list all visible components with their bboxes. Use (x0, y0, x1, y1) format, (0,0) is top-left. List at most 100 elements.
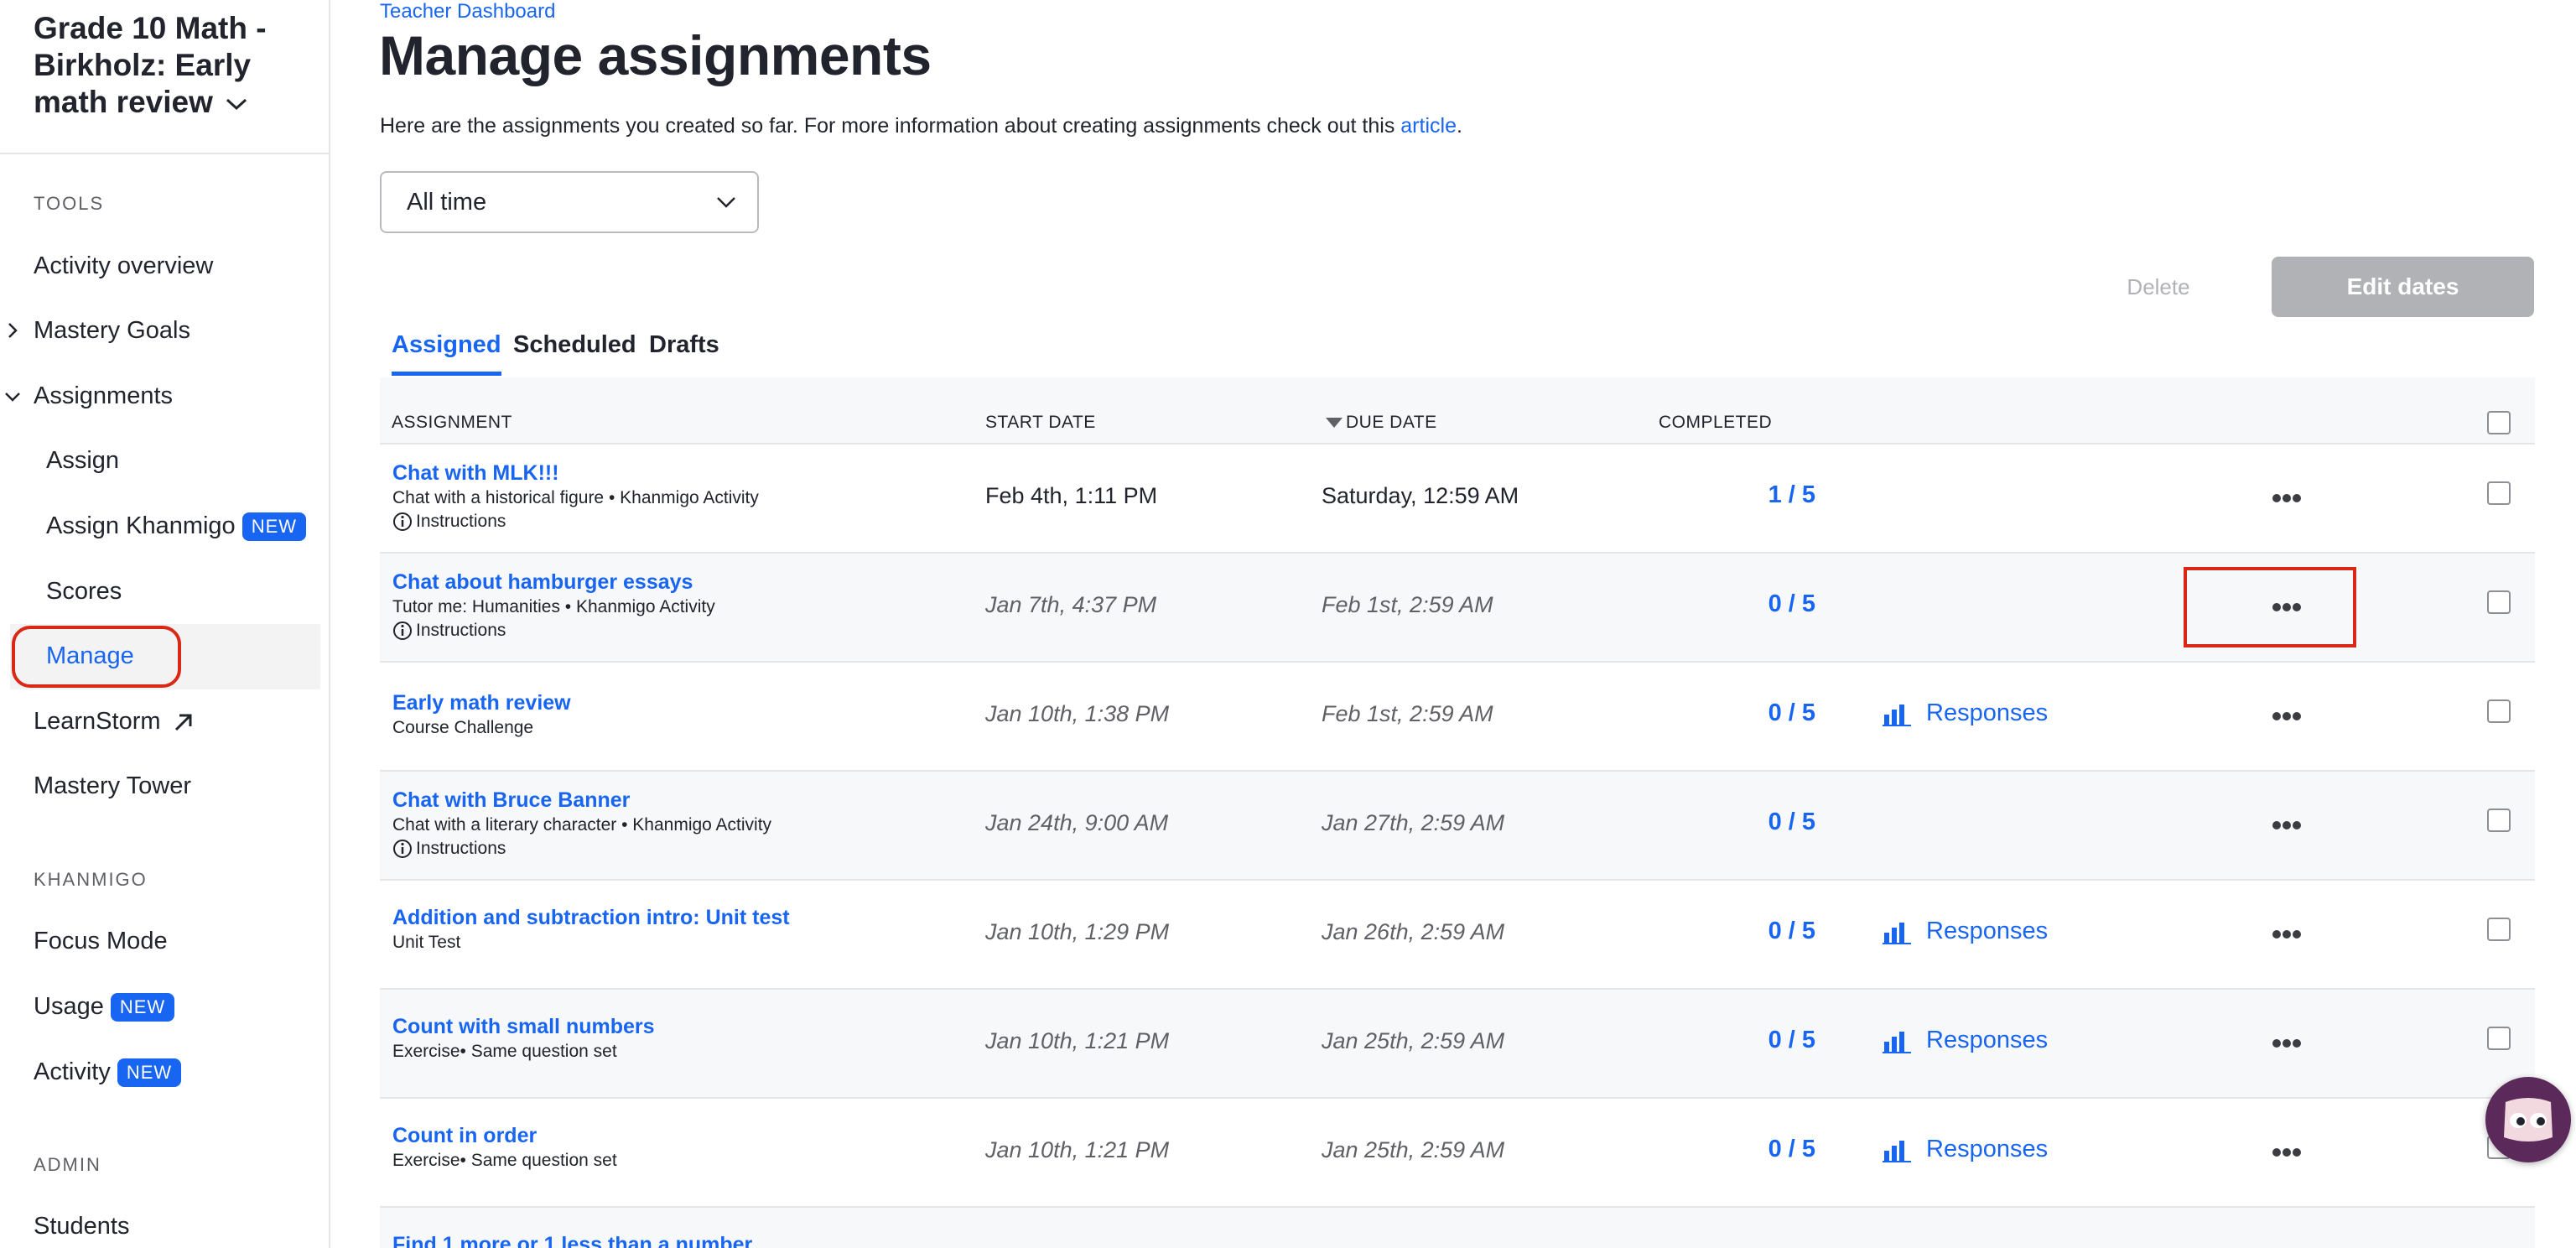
more-options-icon[interactable] (2246, 918, 2327, 951)
table-header: ASSIGNMENT START DATE DUE DATE COMPLETED (380, 377, 2535, 445)
time-filter-select[interactable]: All time (380, 171, 759, 233)
class-selector[interactable]: Grade 10 Math - Birkholz: Early math rev… (34, 10, 319, 121)
bar-chart-icon (1883, 705, 1911, 727)
due-date: Jan 25th, 2:59 AM (1322, 1137, 1505, 1162)
completed-count-link[interactable]: 0 / 5 (1715, 1136, 1815, 1163)
responses-link[interactable]: Responses (1883, 1136, 2048, 1163)
sidebar-item-manage[interactable]: Manage (46, 637, 134, 674)
row-checkbox[interactable] (2487, 1027, 2511, 1050)
chevron-down-icon (717, 197, 735, 208)
completed-count-link[interactable]: 0 / 5 (1715, 1027, 1815, 1054)
chevron-right-icon[interactable] (3, 321, 22, 340)
responses-link[interactable]: Responses (1883, 918, 2048, 945)
sidebar-item-assign-khanmigo[interactable]: Assign Khanmigo NEW (46, 507, 307, 544)
due-date: Feb 1st, 2:59 AM (1322, 592, 1493, 617)
completed-count-link[interactable]: 1 / 5 (1715, 481, 1815, 509)
more-options-icon[interactable] (2246, 481, 2327, 515)
instructions-label: Instructions (416, 512, 506, 531)
start-date: Jan 10th, 1:38 PM (985, 701, 1170, 726)
select-all-checkbox[interactable] (2487, 411, 2511, 434)
due-date: Jan 27th, 2:59 AM (1322, 810, 1505, 835)
more-options-icon[interactable] (2246, 590, 2327, 624)
article-link[interactable]: article (1400, 114, 1457, 138)
completed-count-link[interactable]: 0 / 5 (1715, 699, 1815, 727)
bar-chart-icon (1883, 1141, 1911, 1163)
chevron-down-icon[interactable] (3, 387, 22, 406)
khanmigo-face-icon (2504, 1098, 2553, 1141)
assignment-title-link[interactable]: Chat about hamburger essays (392, 570, 693, 595)
sidebar-item-activity-overview[interactable]: Activity overview (34, 247, 213, 284)
due-date: Jan 25th, 2:59 AM (1322, 1028, 1505, 1053)
column-header-due-date[interactable]: DUE DATE (1326, 413, 1437, 433)
sidebar-item-activity[interactable]: Activity NEW (34, 1053, 182, 1090)
sidebar-item-students[interactable]: Students (34, 1208, 129, 1245)
due-date: Feb 1st, 2:59 AM (1322, 701, 1493, 726)
responses-link[interactable]: Responses (1883, 1027, 2048, 1054)
more-options-icon[interactable] (2246, 1027, 2327, 1060)
sidebar-item-label: Assign Khanmigo (46, 512, 236, 539)
assignment-title-link[interactable]: Chat with Bruce Banner (392, 788, 630, 813)
khanmigo-assistant-button[interactable] (2485, 1077, 2571, 1162)
edit-dates-button[interactable]: Edit dates (2272, 257, 2534, 317)
intro-body: Here are the assignments you created so … (380, 114, 1401, 138)
instructions-link[interactable]: Instructions (392, 839, 506, 859)
column-header-start-date[interactable]: START DATE (985, 413, 1096, 433)
row-checkbox[interactable] (2487, 918, 2511, 941)
more-options-icon[interactable] (2246, 809, 2327, 842)
sidebar-item-usage[interactable]: Usage NEW (34, 988, 175, 1025)
row-checkbox[interactable] (2487, 699, 2511, 723)
intro-end: . (1456, 114, 1462, 138)
more-options-icon[interactable] (2246, 699, 2327, 733)
responses-label: Responses (1926, 1027, 2049, 1053)
start-date: Jan 7th, 4:37 PM (985, 592, 1157, 617)
completed-count-link[interactable]: 0 / 5 (1715, 918, 1815, 945)
due-date: Saturday, 12:59 AM (1322, 483, 1519, 508)
completed-count-link[interactable]: 0 / 5 (1715, 590, 1815, 618)
sidebar-item-label: LearnStorm (34, 708, 161, 735)
assignment-title-link[interactable]: Chat with MLK!!! (392, 461, 559, 486)
responses-label: Responses (1926, 699, 2049, 726)
sidebar-item-label: Usage (34, 993, 104, 1020)
sidebar-item-scores[interactable]: Scores (46, 573, 122, 610)
sidebar-item-assign[interactable]: Assign (46, 442, 119, 479)
responses-link[interactable]: Responses (1883, 699, 2048, 727)
tab-assigned[interactable]: Assigned (392, 327, 501, 376)
column-header-completed: COMPLETED (1659, 413, 1773, 432)
sidebar: Grade 10 Math - Birkholz: Early math rev… (0, 0, 330, 1248)
row-checkbox[interactable] (2487, 590, 2511, 614)
new-badge: NEW (117, 1058, 182, 1088)
tab-scheduled[interactable]: Scheduled (513, 327, 636, 376)
sidebar-divider (0, 153, 330, 154)
instructions-label: Instructions (416, 839, 506, 858)
row-checkbox[interactable] (2487, 481, 2511, 505)
assignment-title-link[interactable]: Find 1 more or 1 less than a number (392, 1233, 752, 1248)
sidebar-item-mastery-tower[interactable]: Mastery Tower (34, 767, 191, 804)
assignment-title-link[interactable]: Addition and subtraction intro: Unit tes… (392, 906, 790, 930)
more-options-icon[interactable] (2246, 1136, 2327, 1169)
instructions-link[interactable]: Instructions (392, 512, 506, 532)
sidebar-item-mastery-goals[interactable]: Mastery Goals (34, 312, 190, 349)
instructions-label: Instructions (416, 621, 506, 640)
table-row: Early math review Course Challenge Jan 1… (380, 663, 2535, 772)
sidebar-item-learnstorm[interactable]: LearnStorm (34, 703, 195, 740)
instructions-link[interactable]: Instructions (392, 621, 506, 641)
sidebar-item-assignments[interactable]: Assignments (34, 377, 173, 414)
breadcrumb[interactable]: Teacher Dashboard (380, 0, 555, 23)
column-header-label: DUE DATE (1346, 413, 1437, 432)
table-row: Addition and subtraction intro: Unit tes… (380, 881, 2535, 990)
delete-button[interactable]: Delete (2100, 257, 2217, 317)
table-row: Count with small numbers Exercise• Same … (380, 990, 2535, 1099)
assignment-subtitle: Unit Test (392, 933, 461, 952)
responses-label: Responses (1926, 1136, 2049, 1162)
assignment-subtitle: Course Challenge (392, 718, 534, 737)
bar-chart-icon (1883, 1032, 1911, 1054)
assignment-title-link[interactable]: Early math review (392, 691, 571, 715)
assignment-title-link[interactable]: Count in order (392, 1124, 537, 1148)
assignment-title-link[interactable]: Count with small numbers (392, 1015, 655, 1039)
completed-count-link[interactable]: 0 / 5 (1715, 809, 1815, 836)
responses-label: Responses (1926, 918, 2049, 944)
sidebar-item-focus-mode[interactable]: Focus Mode (34, 923, 168, 959)
row-checkbox[interactable] (2487, 809, 2511, 832)
tab-drafts[interactable]: Drafts (649, 327, 719, 376)
section-label-tools: TOOLS (34, 193, 105, 214)
